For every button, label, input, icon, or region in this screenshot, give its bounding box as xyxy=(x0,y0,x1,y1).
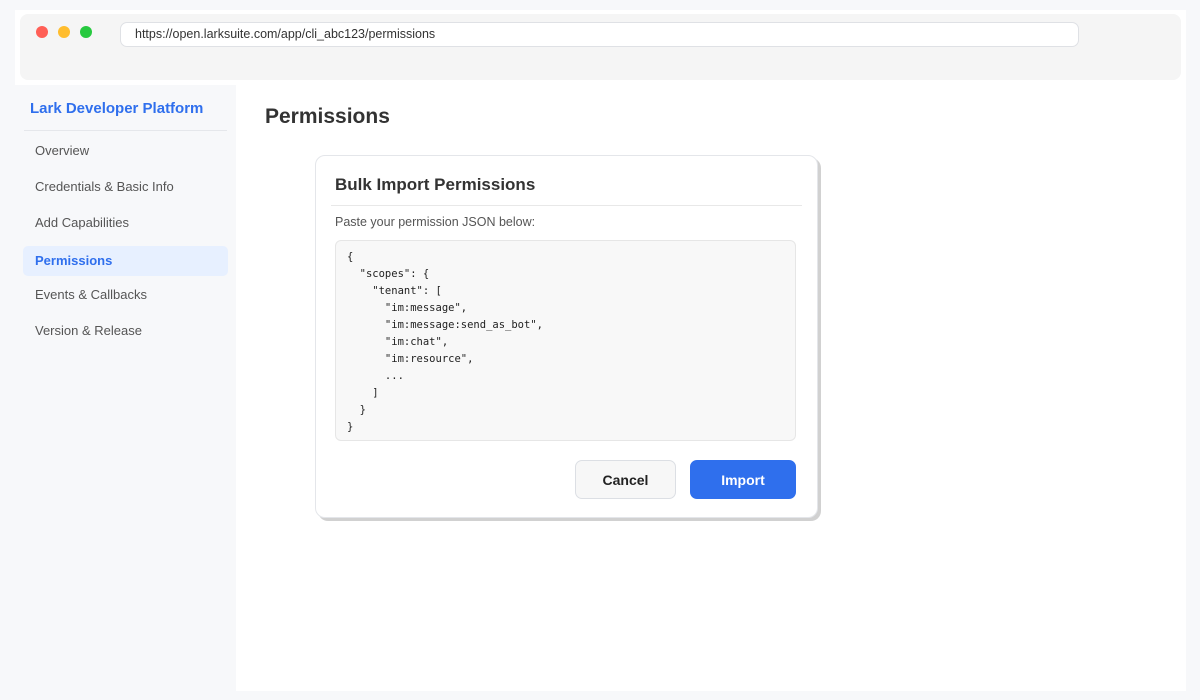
permission-json-input[interactable]: { "scopes": { "tenant": [ "im:message", … xyxy=(335,240,796,441)
sidebar-item-events-callbacks[interactable]: Events & Callbacks xyxy=(23,280,228,310)
sidebar-item-overview[interactable]: Overview xyxy=(23,136,228,166)
close-window-icon[interactable] xyxy=(36,26,48,38)
cancel-button[interactable]: Cancel xyxy=(575,460,676,499)
sidebar-divider xyxy=(24,130,227,131)
bulk-import-dialog: Bulk Import Permissions Paste your permi… xyxy=(315,155,818,518)
sidebar-item-version-release[interactable]: Version & Release xyxy=(23,316,228,346)
brand-title[interactable]: Lark Developer Platform xyxy=(30,100,203,117)
json-input-label: Paste your permission JSON below: xyxy=(335,215,536,229)
import-button[interactable]: Import xyxy=(690,460,796,499)
browser-chrome: https://open.larksuite.com/app/cli_abc12… xyxy=(20,14,1181,80)
maximize-window-icon[interactable] xyxy=(80,26,92,38)
sidebar-item-credentials[interactable]: Credentials & Basic Info xyxy=(23,172,228,202)
sidebar-item-permissions[interactable]: Permissions xyxy=(23,246,228,276)
dialog-title: Bulk Import Permissions xyxy=(335,175,536,194)
dialog-divider xyxy=(331,205,802,206)
sidebar: Lark Developer Platform Overview Credent… xyxy=(15,85,236,691)
address-bar[interactable]: https://open.larksuite.com/app/cli_abc12… xyxy=(120,22,1079,47)
minimize-window-icon[interactable] xyxy=(58,26,70,38)
sidebar-item-add-capabilities[interactable]: Add Capabilities xyxy=(23,208,228,238)
page-title: Permissions xyxy=(265,105,390,128)
